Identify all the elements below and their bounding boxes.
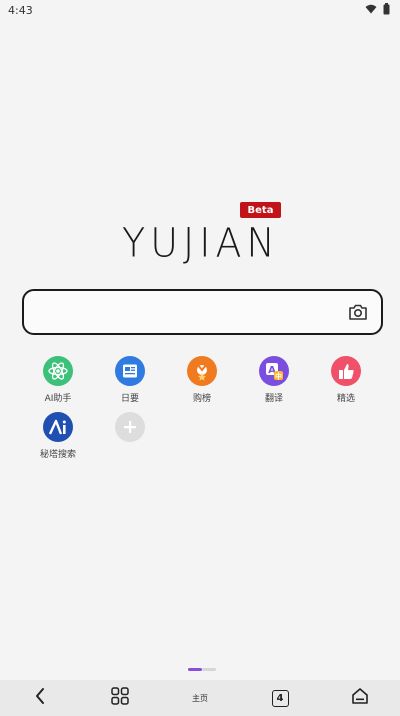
status-bar: 4:43 bbox=[0, 0, 400, 20]
status-icons bbox=[365, 2, 390, 18]
home-tab[interactable]: 主页 bbox=[180, 680, 220, 716]
newspaper-icon bbox=[115, 356, 145, 386]
app-logo: YUJIAN bbox=[122, 219, 280, 267]
shortcut-label: 秘塔搜索 bbox=[39, 450, 76, 460]
beta-badge: Beta bbox=[240, 202, 281, 218]
tabs-button[interactable]: 4 bbox=[260, 680, 300, 716]
add-icon bbox=[115, 412, 145, 442]
page-indicator-inactive bbox=[202, 668, 216, 671]
svg-text:中: 中 bbox=[275, 372, 282, 381]
shortcut-translate[interactable]: A 中 翻译 bbox=[238, 356, 310, 408]
back-button[interactable] bbox=[20, 680, 60, 716]
grid-menu-icon bbox=[111, 687, 129, 709]
atom-icon bbox=[43, 356, 73, 386]
menu-button[interactable] bbox=[100, 680, 140, 716]
page-indicator-active bbox=[188, 668, 202, 671]
search-box[interactable] bbox=[22, 289, 383, 335]
shortcut-label: AI助手 bbox=[44, 394, 72, 404]
shopping-icon bbox=[187, 356, 217, 386]
shortcut-ai-assistant[interactable]: AI助手 bbox=[22, 356, 94, 408]
add-shortcut-button[interactable] bbox=[94, 412, 166, 464]
shortcut-daily[interactable]: 日要 bbox=[94, 356, 166, 408]
home-tab-label: 主页 bbox=[192, 693, 208, 703]
shortcut-metaso-search[interactable]: 秘塔搜索 bbox=[22, 412, 94, 464]
home-icon bbox=[351, 687, 369, 709]
shortcut-label: 精选 bbox=[336, 394, 355, 404]
shortcut-shopping[interactable]: 购榜 bbox=[166, 356, 238, 408]
tab-count-badge: 4 bbox=[271, 689, 289, 707]
shortcut-label: 购榜 bbox=[192, 394, 211, 404]
battery-icon bbox=[383, 2, 390, 18]
home-button[interactable] bbox=[340, 680, 380, 716]
wifi-icon bbox=[365, 4, 377, 17]
back-icon bbox=[34, 687, 46, 709]
shortcut-label: 翻译 bbox=[264, 394, 283, 404]
metaso-icon bbox=[43, 412, 73, 442]
status-time: 4:43 bbox=[8, 3, 33, 17]
logo-area: Beta YUJIAN bbox=[0, 196, 400, 276]
thumbs-up-icon bbox=[331, 356, 361, 386]
search-input[interactable] bbox=[36, 299, 346, 325]
shortcut-featured[interactable]: 精选 bbox=[310, 356, 382, 408]
shortcut-label: 日要 bbox=[120, 394, 139, 404]
camera-icon[interactable] bbox=[347, 301, 369, 323]
bottom-nav: 主页 4 bbox=[0, 680, 400, 716]
translate-icon: A 中 bbox=[259, 356, 289, 386]
page-indicator bbox=[188, 668, 216, 671]
